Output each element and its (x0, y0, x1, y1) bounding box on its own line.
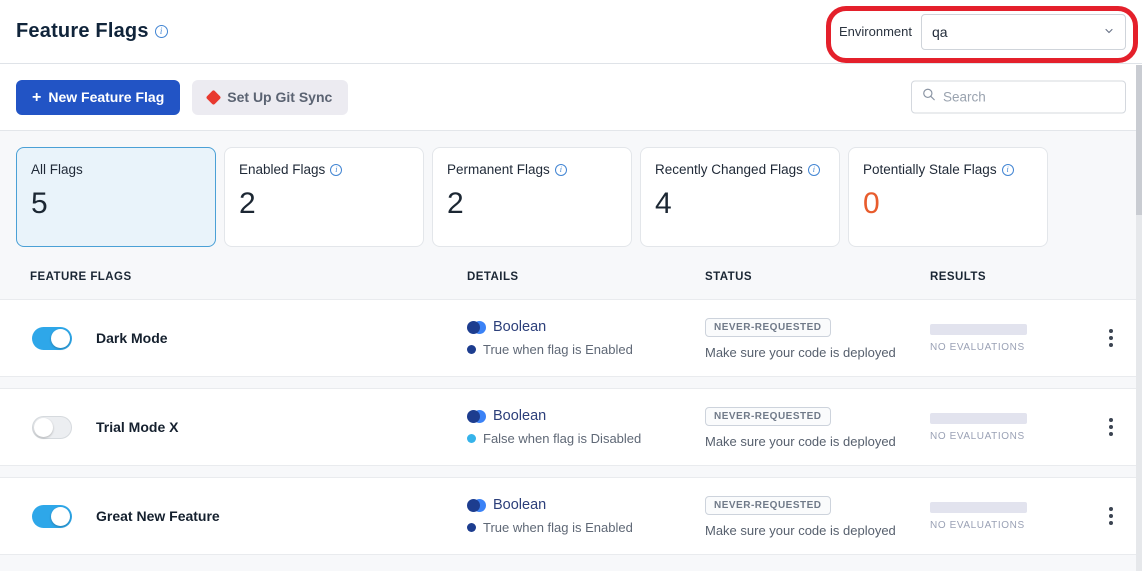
vertical-scrollbar[interactable] (1136, 65, 1142, 571)
environment-value: qa (932, 24, 948, 40)
status-text: Make sure your code is deployed (705, 523, 930, 538)
scrollbar-thumb[interactable] (1136, 65, 1142, 215)
flag-name[interactable]: Trial Mode X (96, 419, 178, 435)
toolbar: New Feature Flag Set Up Git Sync (0, 64, 1142, 131)
search-icon (922, 88, 936, 107)
results-bar (930, 413, 1027, 424)
stat-card-permanent-flags[interactable]: Permanent Flags i 2 (432, 147, 632, 247)
flag-name[interactable]: Dark Mode (96, 330, 168, 346)
details-cell: Boolean False when flag is Disabled (467, 408, 705, 446)
status-badge: NEVER-REQUESTED (705, 407, 831, 426)
chevron-down-icon (1103, 24, 1115, 40)
flag-type: Boolean (493, 497, 546, 513)
flag-toggle[interactable] (32, 416, 72, 439)
status-cell: NEVER-REQUESTED Make sure your code is d… (705, 317, 930, 360)
git-icon (206, 89, 222, 105)
results-cell: NO EVALUATIONS (930, 324, 1080, 353)
boolean-type-icon (467, 499, 486, 512)
new-feature-flag-label: New Feature Flag (48, 89, 164, 105)
status-cell: NEVER-REQUESTED Make sure your code is d… (705, 495, 930, 538)
flag-cell: Great New Feature (0, 505, 467, 528)
status-badge: NEVER-REQUESTED (705, 496, 831, 515)
kebab-menu[interactable] (1103, 323, 1119, 353)
toggle-knob (51, 329, 70, 348)
default-value-text: True when flag is Enabled (483, 342, 633, 357)
stat-card-enabled-flags[interactable]: Enabled Flags i 2 (224, 147, 424, 247)
default-value-dot (467, 523, 476, 532)
header: Feature Flags i Environment qa (0, 0, 1142, 64)
toggle-knob (34, 418, 53, 437)
kebab-menu[interactable] (1103, 501, 1119, 531)
flag-name[interactable]: Great New Feature (96, 508, 220, 524)
default-value-dot (467, 434, 476, 443)
status-cell: NEVER-REQUESTED Make sure your code is d… (705, 406, 930, 449)
info-icon[interactable]: i (330, 164, 342, 176)
stat-card-recently-changed-flags[interactable]: Recently Changed Flags i 4 (640, 147, 840, 247)
results-text: NO EVALUATIONS (930, 431, 1080, 442)
flag-type: Boolean (493, 319, 546, 335)
stat-label: Enabled Flags (239, 162, 325, 177)
status-text: Make sure your code is deployed (705, 434, 930, 449)
boolean-type-icon (467, 321, 486, 334)
flag-row-dark-mode: Dark Mode Boolean True when flag is Enab… (0, 299, 1142, 377)
search-box (911, 81, 1126, 114)
stats-cards: All Flags 5 Enabled Flags i 2 Permanent … (0, 131, 1142, 255)
page-title: Feature Flags (16, 20, 149, 43)
new-feature-flag-button[interactable]: New Feature Flag (16, 80, 180, 115)
stat-value: 2 (447, 187, 617, 221)
details-cell: Boolean True when flag is Enabled (467, 497, 705, 535)
column-results: RESULTS (930, 271, 1080, 283)
environment-label: Environment (839, 24, 912, 39)
title-wrap: Feature Flags i (16, 20, 168, 43)
flag-cell: Trial Mode X (0, 416, 467, 439)
kebab-menu[interactable] (1103, 412, 1119, 442)
stat-label: Permanent Flags (447, 162, 550, 177)
column-status: STATUS (705, 271, 930, 283)
default-value-dot (467, 345, 476, 354)
git-sync-label: Set Up Git Sync (227, 89, 332, 105)
search-input[interactable] (943, 90, 1115, 105)
default-value-text: False when flag is Disabled (483, 431, 641, 446)
results-cell: NO EVALUATIONS (930, 413, 1080, 442)
results-text: NO EVALUATIONS (930, 520, 1080, 531)
stat-value: 4 (655, 187, 825, 221)
details-cell: Boolean True when flag is Enabled (467, 319, 705, 357)
info-icon[interactable]: i (1002, 164, 1014, 176)
stat-value: 2 (239, 187, 409, 221)
info-icon[interactable]: i (808, 164, 820, 176)
results-text: NO EVALUATIONS (930, 342, 1080, 353)
environment-select[interactable]: qa (921, 14, 1126, 50)
stat-label: Recently Changed Flags (655, 162, 803, 177)
results-bar (930, 324, 1027, 335)
status-text: Make sure your code is deployed (705, 345, 930, 360)
stat-value: 5 (31, 187, 201, 221)
results-bar (930, 502, 1027, 513)
flag-toggle[interactable] (32, 327, 72, 350)
stat-card-all-flags[interactable]: All Flags 5 (16, 147, 216, 247)
info-icon[interactable]: i (555, 164, 567, 176)
status-badge: NEVER-REQUESTED (705, 318, 831, 337)
stat-label: Potentially Stale Flags (863, 162, 997, 177)
feature-flags-page: Feature Flags i Environment qa New Featu… (0, 0, 1142, 571)
plus-icon (32, 89, 41, 106)
table-header: FEATURE FLAGS DETAILS STATUS RESULTS (0, 255, 1142, 299)
info-icon[interactable]: i (155, 25, 168, 38)
flag-cell: Dark Mode (0, 327, 467, 350)
column-feature-flags: FEATURE FLAGS (0, 271, 467, 283)
flag-row-trial-mode-x: Trial Mode X Boolean False when flag is … (0, 388, 1142, 466)
stat-card-potentially-stale-flags[interactable]: Potentially Stale Flags i 0 (848, 147, 1048, 247)
flag-toggle[interactable] (32, 505, 72, 528)
results-cell: NO EVALUATIONS (930, 502, 1080, 531)
git-sync-button[interactable]: Set Up Git Sync (192, 80, 348, 115)
stat-value: 0 (863, 187, 1033, 221)
flag-row-great-new-feature: Great New Feature Boolean True when flag… (0, 477, 1142, 555)
stat-label: All Flags (31, 162, 83, 177)
boolean-type-icon (467, 410, 486, 423)
column-details: DETAILS (467, 271, 705, 283)
environment-control: Environment qa (839, 14, 1126, 50)
toggle-knob (51, 507, 70, 526)
default-value-text: True when flag is Enabled (483, 520, 633, 535)
flag-type: Boolean (493, 408, 546, 424)
